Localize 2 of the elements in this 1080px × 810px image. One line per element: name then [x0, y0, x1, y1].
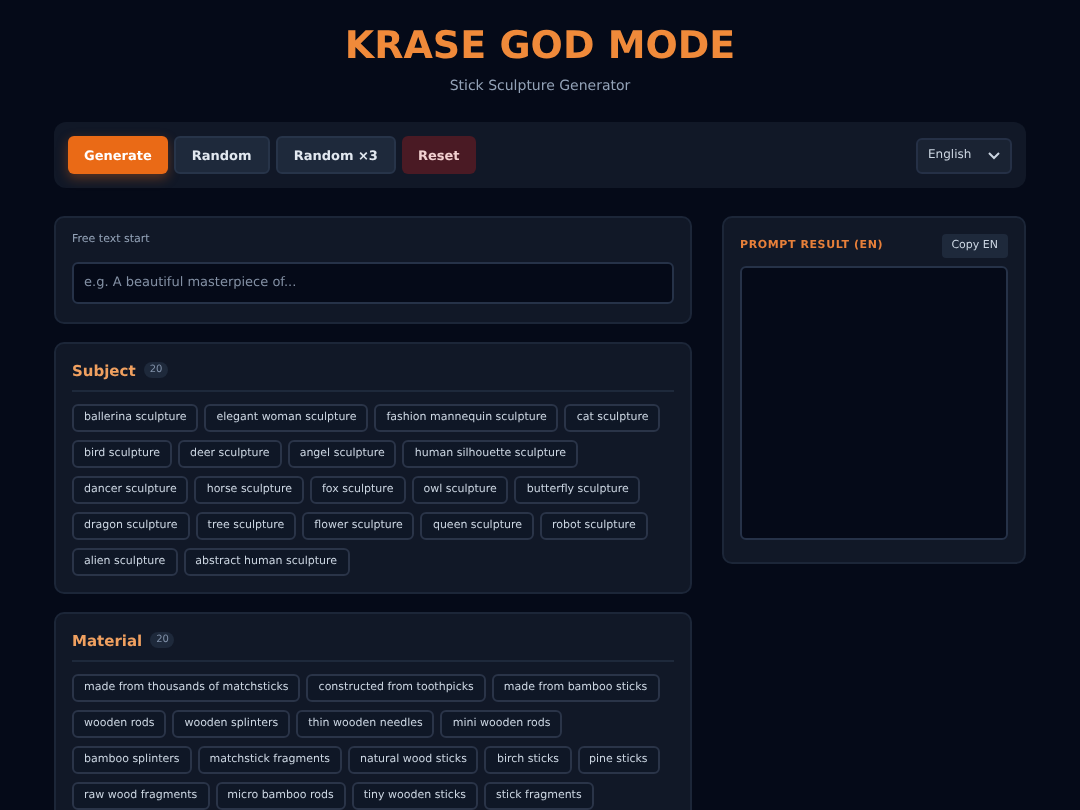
chevron-down-icon	[988, 151, 1000, 159]
app-title: KRASE GOD MODE	[344, 22, 736, 70]
